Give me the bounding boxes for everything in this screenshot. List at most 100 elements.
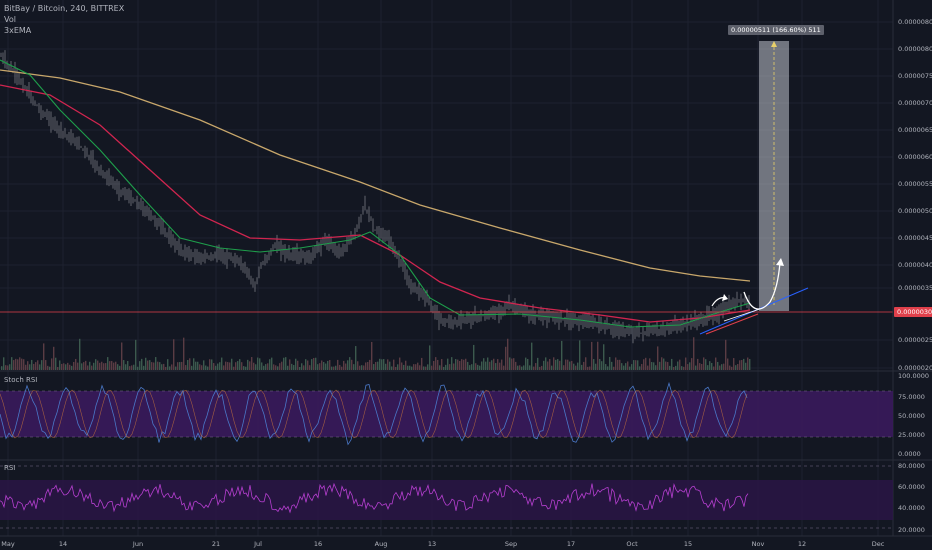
volume-bar [327, 360, 329, 370]
volume-bar [359, 365, 361, 370]
volume-bar [167, 359, 169, 370]
volume-bar [103, 363, 105, 370]
volume-bar [745, 362, 747, 370]
volume-bar [31, 359, 33, 370]
volume-bar [219, 362, 221, 370]
volume-bar [575, 365, 577, 370]
price-axis-tick: 0.00000550 [898, 180, 932, 188]
volume-bar [51, 358, 53, 370]
volume-legend: Vol [4, 15, 16, 24]
volume-bar [677, 361, 679, 370]
volume-bar [363, 365, 365, 370]
volume-bar [727, 358, 729, 370]
volume-bar [237, 361, 239, 370]
volume-bar [241, 362, 243, 370]
volume-bar [309, 365, 311, 370]
volume-bar [9, 364, 11, 370]
volume-bar [537, 357, 539, 370]
volume-bar [453, 363, 455, 370]
price-axis[interactable]: 0.00000800 0.00000750 0.00000700 0.00000650… [898, 18, 932, 372]
volume-bar [217, 363, 219, 370]
volume-bar [693, 337, 695, 370]
volume-bar [215, 365, 217, 370]
volume-bar [321, 360, 323, 370]
volume-bar [307, 360, 309, 370]
volume-bar [55, 357, 57, 370]
volume-bar [121, 342, 123, 370]
time-axis-tick: 17 [567, 540, 575, 548]
volume-bar [513, 358, 515, 370]
volume-bar [383, 359, 385, 370]
volume-bar [1, 366, 3, 370]
volume-bar [289, 359, 291, 370]
volume-bar [91, 365, 93, 370]
volume-bar [273, 364, 275, 370]
trendline-red[interactable] [705, 313, 759, 335]
volume-bar [617, 359, 619, 370]
volume-bar [657, 346, 659, 370]
volume-bar [79, 338, 81, 370]
volume-bar [203, 360, 205, 370]
volume-bar [149, 360, 151, 370]
volume-bar [543, 360, 545, 370]
volume-bar [361, 365, 363, 370]
volume-bar [85, 360, 87, 370]
volume-bar [311, 359, 313, 370]
volume-bar [529, 365, 531, 370]
volume-bar [651, 362, 653, 370]
time-axis-tick: 12 [798, 540, 806, 548]
volume-bar [279, 363, 281, 370]
measure-box[interactable] [759, 41, 789, 311]
volume-bar [673, 366, 675, 370]
volume-bar [387, 359, 389, 370]
volume-bar [323, 361, 325, 370]
volume-bar [729, 365, 731, 370]
volume-bar [477, 364, 479, 370]
time-axis[interactable]: May 14 Jun 21 Jul 16 Aug 13 Sep 17 Oct 15 Nov 12 Dec [1, 540, 884, 548]
volume-bar [517, 365, 519, 370]
volume-bar [535, 363, 537, 370]
volume-bar [71, 365, 73, 370]
volume-bar [717, 361, 719, 370]
volume-bar [443, 366, 445, 370]
volume-bar [145, 357, 147, 370]
volume-bar [293, 365, 295, 370]
volume-bar [43, 343, 45, 370]
volume-bar [223, 365, 225, 370]
volume-bar [659, 361, 661, 370]
volume-bar [625, 363, 627, 370]
volume-bar [199, 364, 201, 370]
chart-canvas[interactable]: 0.00000800 0.00000750 0.00000700 0.00000650… [0, 0, 932, 550]
volume-bar [343, 360, 345, 370]
volume-bar [483, 358, 485, 370]
volume-bar [329, 360, 331, 370]
volume-bar [395, 366, 397, 370]
volume-bar [495, 363, 497, 370]
volume-bar [605, 364, 607, 370]
stoch-axis-tick: 50.0000 [898, 412, 925, 420]
volume-bar [69, 364, 71, 370]
volume-bar [545, 357, 547, 370]
volume-bar [179, 362, 181, 370]
volume-bar [339, 364, 341, 370]
volume-bar [335, 365, 337, 370]
volume-bar [643, 359, 645, 370]
time-axis-tick: Nov [752, 540, 765, 548]
volume-bar [123, 360, 125, 370]
volume-bar [407, 365, 409, 370]
volume-bar [563, 365, 565, 370]
volume-bar [155, 357, 157, 370]
volume-bar [713, 366, 715, 370]
volume-bar [63, 363, 65, 370]
price-axis-tick: 0.00000400 [898, 261, 932, 269]
volume-bar [621, 363, 623, 370]
volume-bar [623, 365, 625, 370]
volume-bar [349, 357, 351, 370]
volume-bar [27, 361, 29, 370]
stoch-axis-tick: 100.0000 [898, 372, 929, 380]
volume-bar [711, 362, 713, 370]
volume-bar [173, 339, 175, 370]
volume-bar [635, 360, 637, 370]
volume-bar [153, 362, 155, 370]
rsi-label: RSI [4, 464, 16, 472]
